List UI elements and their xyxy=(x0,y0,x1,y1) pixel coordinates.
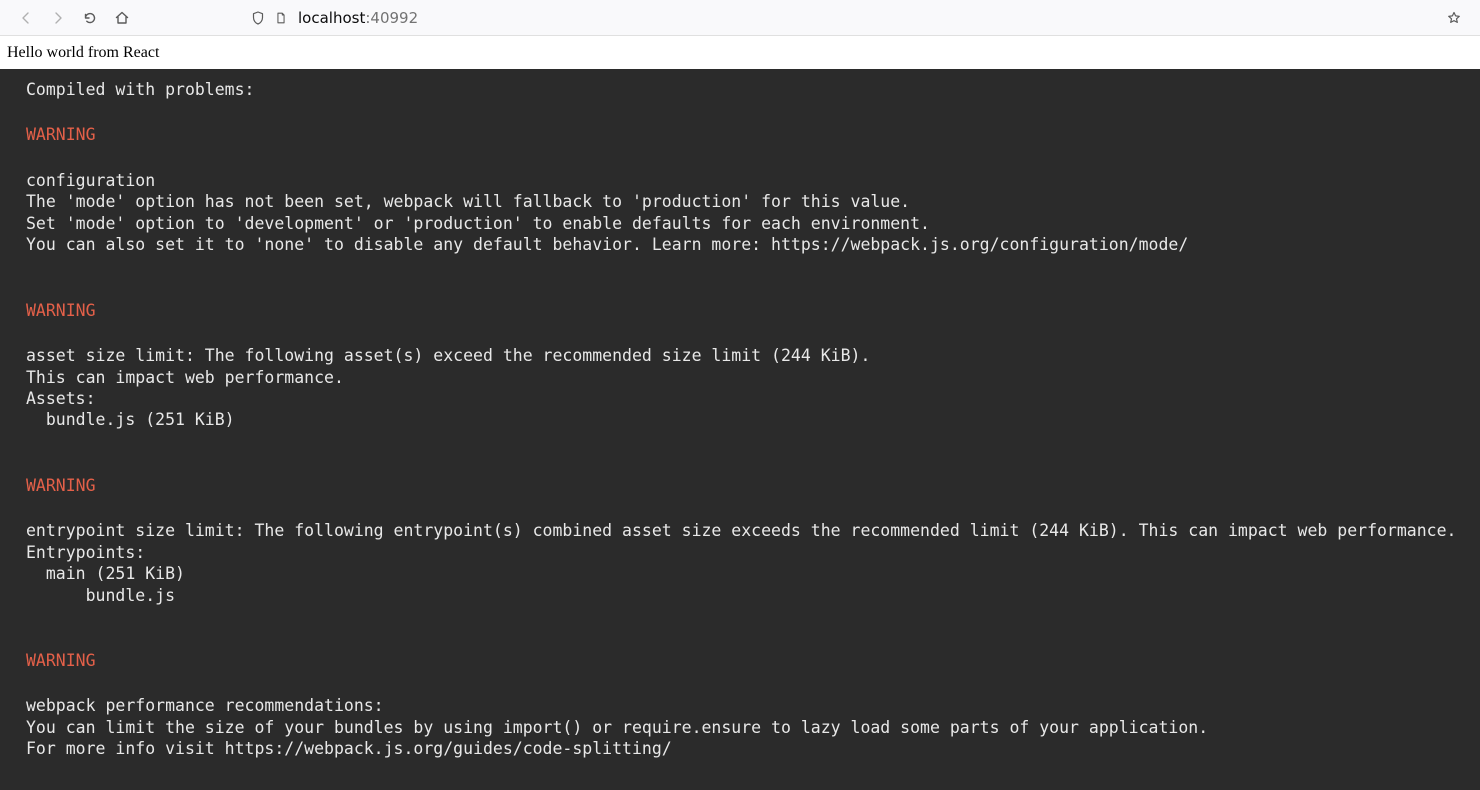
arrow-right-icon xyxy=(50,10,66,26)
address-text: localhost:40992 xyxy=(298,9,418,27)
back-button[interactable] xyxy=(12,4,40,32)
bookmark-button[interactable] xyxy=(1440,4,1468,32)
url-port: :40992 xyxy=(365,9,418,27)
home-icon xyxy=(114,10,130,26)
warning-label: WARNING xyxy=(26,124,1454,145)
warning-label: WARNING xyxy=(26,475,1454,496)
shield-icon xyxy=(250,10,266,26)
overlay-header: Compiled with problems: xyxy=(26,79,1454,100)
warning-block: WARNING webpack performance recommendati… xyxy=(26,650,1454,760)
page-icon xyxy=(274,11,288,25)
warning-body: entrypoint size limit: The following ent… xyxy=(26,520,1454,606)
warning-label: WARNING xyxy=(26,650,1454,671)
forward-button[interactable] xyxy=(44,4,72,32)
warning-body: configuration The 'mode' option has not … xyxy=(26,170,1454,256)
warning-block: WARNING entrypoint size limit: The follo… xyxy=(26,475,1454,606)
home-button[interactable] xyxy=(108,4,136,32)
browser-toolbar: localhost:40992 xyxy=(0,0,1480,36)
reload-icon xyxy=(82,10,98,26)
warning-block: WARNING asset size limit: The following … xyxy=(26,300,1454,431)
warning-body: webpack performance recommendations: You… xyxy=(26,695,1454,759)
page-hello-text: Hello world from React xyxy=(7,44,159,62)
warning-block: WARNING configuration The 'mode' option … xyxy=(26,124,1454,255)
arrow-left-icon xyxy=(18,10,34,26)
reload-button[interactable] xyxy=(76,4,104,32)
viewport: Hello world from React Compiled with pro… xyxy=(0,36,1480,790)
star-icon xyxy=(1446,10,1462,26)
warning-label: WARNING xyxy=(26,300,1454,321)
url-host: localhost xyxy=(298,9,365,27)
warning-body: asset size limit: The following asset(s)… xyxy=(26,345,1454,431)
address-bar[interactable]: localhost:40992 xyxy=(240,4,1426,32)
webpack-error-overlay[interactable]: Compiled with problems: WARNING configur… xyxy=(0,69,1480,790)
